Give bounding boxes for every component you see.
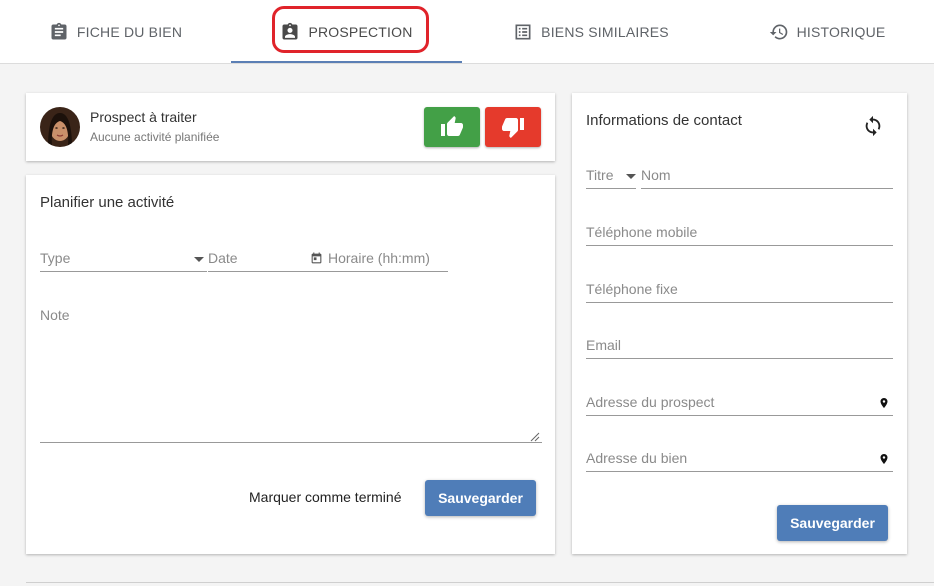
mobile-phone-field[interactable]: Téléphone mobile: [586, 220, 893, 246]
prospect-address-placeholder: Adresse du prospect: [586, 394, 715, 410]
location-pin-icon: [878, 452, 890, 466]
mobile-phone-placeholder: Téléphone mobile: [586, 224, 698, 240]
activity-type-select[interactable]: Type: [40, 246, 207, 272]
contact-badge-icon: [280, 22, 300, 42]
activity-date-field[interactable]: Date: [208, 246, 308, 272]
time-placeholder: Horaire (hh:mm): [328, 250, 430, 266]
like-button[interactable]: [424, 107, 480, 147]
mark-done-button[interactable]: Marquer comme terminé: [249, 489, 402, 505]
tab-label: HISTORIQUE: [796, 24, 886, 40]
prospect-address-field[interactable]: Adresse du prospect: [586, 390, 893, 416]
chevron-down-icon: [626, 174, 636, 179]
tab-label: BIENS SIMILAIRES: [541, 24, 669, 40]
contact-info-card: Informations de contact Titre Nom Téléph…: [572, 93, 907, 554]
date-placeholder: Date: [208, 250, 238, 266]
note-placeholder: Note: [40, 307, 70, 323]
divider: [26, 582, 934, 583]
email-placeholder: Email: [586, 337, 622, 353]
type-placeholder: Type: [40, 250, 71, 266]
tab-label: PROSPECTION: [308, 24, 413, 40]
activity-time-field[interactable]: Horaire (hh:mm): [308, 246, 448, 272]
thumbs-up-icon: [440, 115, 464, 139]
prospect-status-title: Prospect à traiter: [90, 109, 197, 125]
prospect-status-subtitle: Aucune activité planifiée: [90, 130, 220, 144]
refresh-icon: [862, 115, 884, 137]
thumbs-down-icon: [501, 115, 525, 139]
avatar: [40, 107, 80, 147]
list-icon: [513, 22, 533, 42]
landline-phone-placeholder: Téléphone fixe: [586, 281, 678, 297]
title-select[interactable]: Titre: [586, 163, 636, 189]
tab-label: FICHE DU BIEN: [76, 24, 183, 40]
refresh-button[interactable]: [862, 115, 884, 137]
email-field[interactable]: Email: [586, 333, 893, 359]
save-contact-button[interactable]: Sauvegarder: [777, 505, 888, 541]
tab-biens-similaires[interactable]: BIENS SIMILAIRES: [462, 0, 720, 64]
contact-info-heading: Informations de contact: [586, 112, 742, 129]
dislike-button[interactable]: [485, 107, 541, 147]
active-tab-indicator: [231, 61, 462, 63]
name-placeholder: Nom: [641, 167, 671, 183]
save-activity-button[interactable]: Sauvegarder: [425, 480, 536, 516]
location-pin-icon: [878, 396, 890, 410]
prospect-status-card: Prospect à traiter Aucune activité plani…: [26, 93, 555, 161]
calendar-icon: [310, 252, 323, 265]
resize-grip-icon[interactable]: [530, 429, 540, 442]
schedule-activity-heading: Planifier une activité: [40, 194, 175, 211]
schedule-activity-card: Planifier une activité Type Date Horaire…: [26, 175, 555, 554]
note-textarea[interactable]: Note: [40, 303, 542, 443]
chevron-down-icon: [194, 257, 204, 262]
tab-historique[interactable]: HISTORIQUE: [720, 0, 934, 64]
tab-fiche-du-bien[interactable]: FICHE DU BIEN: [0, 0, 231, 64]
landline-phone-field[interactable]: Téléphone fixe: [586, 277, 893, 303]
history-icon: [769, 22, 789, 42]
tab-prospection[interactable]: PROSPECTION: [231, 0, 462, 64]
property-address-placeholder: Adresse du bien: [586, 450, 688, 466]
name-field[interactable]: Nom: [641, 163, 893, 189]
property-address-field[interactable]: Adresse du bien: [586, 446, 893, 472]
tab-bar: FICHE DU BIEN PROSPECTION BIENS SIMILAIR…: [0, 0, 934, 64]
title-placeholder: Titre: [586, 167, 614, 183]
clipboard-icon: [49, 22, 69, 42]
